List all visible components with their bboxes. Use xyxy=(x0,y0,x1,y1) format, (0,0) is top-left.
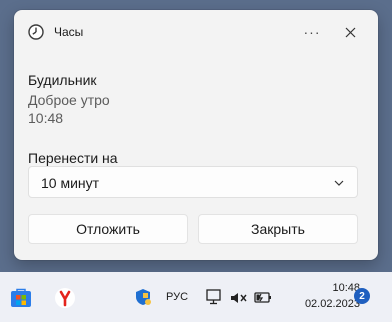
clock-app-icon xyxy=(28,24,44,40)
alarm-notification: Часы ··· Будильник Доброе утро 10:48 Пер… xyxy=(14,10,378,260)
volume-muted-icon[interactable] xyxy=(230,291,248,305)
close-notification-button[interactable] xyxy=(336,20,364,44)
snooze-button[interactable]: Отложить xyxy=(28,214,188,244)
input-language[interactable]: РУС xyxy=(166,291,188,303)
snooze-duration-value: 10 минут xyxy=(41,175,100,191)
battery-charging-icon[interactable] xyxy=(254,290,272,304)
dismiss-button[interactable]: Закрыть xyxy=(198,214,358,244)
app-name: Часы xyxy=(54,25,84,39)
snooze-duration-select[interactable]: 10 минут xyxy=(28,166,358,198)
taskbar: РУС 10:48 02.02.2023 2 xyxy=(0,272,392,322)
more-options-button[interactable]: ··· xyxy=(298,20,326,44)
clock-date[interactable]: 02.02.2023 xyxy=(280,298,360,310)
alarm-time: 10:48 xyxy=(28,110,64,126)
chevron-down-icon xyxy=(334,180,344,186)
notification-count-badge[interactable]: 2 xyxy=(354,288,370,304)
more-icon: ··· xyxy=(303,24,321,40)
notification-title: Будильник xyxy=(28,72,97,88)
store-icon[interactable] xyxy=(10,288,32,308)
clock-time[interactable]: 10:48 xyxy=(300,282,360,294)
network-icon[interactable] xyxy=(206,289,224,305)
security-shield-icon[interactable] xyxy=(134,288,152,306)
notification-subtitle: Доброе утро xyxy=(28,92,110,108)
close-icon xyxy=(345,27,355,37)
snooze-label: Перенести на xyxy=(28,150,118,166)
notification-header: Часы ··· xyxy=(14,10,378,54)
yandex-browser-icon[interactable] xyxy=(54,287,76,309)
